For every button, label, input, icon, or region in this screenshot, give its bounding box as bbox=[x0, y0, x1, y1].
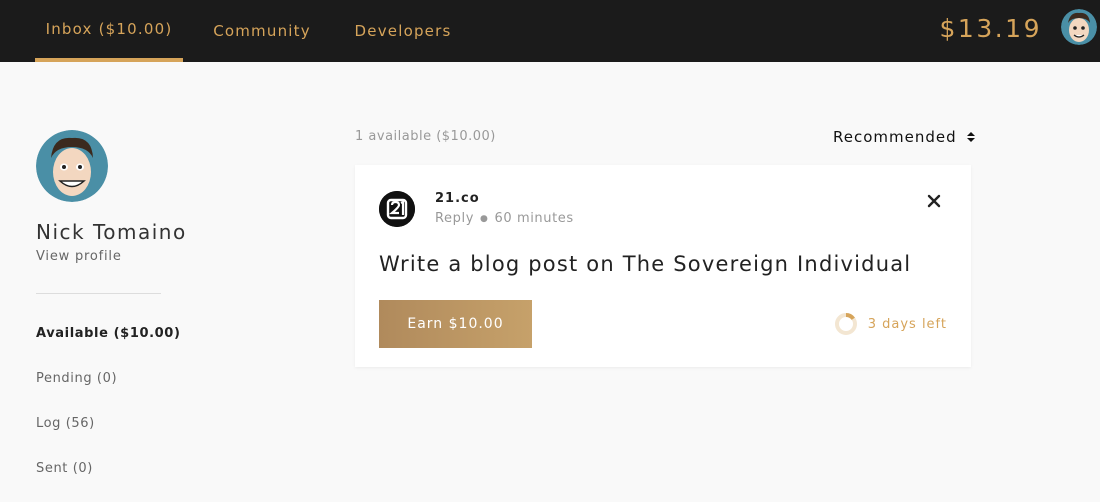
sidebar-item-log[interactable]: Log (56) bbox=[36, 416, 95, 431]
task-meta: Reply ● 60 minutes bbox=[435, 211, 574, 226]
sidebar-item-available[interactable]: Available ($10.00) bbox=[36, 326, 180, 341]
user-avatar-icon[interactable] bbox=[1061, 9, 1097, 45]
tab-developers[interactable]: Developers bbox=[344, 0, 462, 62]
time-left: 3 days left bbox=[834, 312, 947, 336]
time-left-label: 3 days left bbox=[867, 316, 947, 332]
sort-arrows-icon bbox=[966, 132, 975, 142]
sort-dropdown[interactable]: Recommended bbox=[833, 128, 975, 146]
sender-logo-icon bbox=[379, 191, 415, 227]
sender-name: 21.co bbox=[435, 191, 480, 206]
earn-button[interactable]: Earn $10.00 bbox=[379, 300, 532, 348]
sort-label: Recommended bbox=[833, 128, 957, 146]
meta-separator: ● bbox=[480, 213, 489, 224]
profile-name: Nick Tomaino bbox=[36, 220, 187, 244]
task-time: 60 minutes bbox=[494, 211, 574, 226]
sidebar-item-sent[interactable]: Sent (0) bbox=[36, 461, 93, 476]
sidebar-item-pending[interactable]: Pending (0) bbox=[36, 371, 117, 386]
task-title: Write a blog post on The Sovereign Indiv… bbox=[379, 252, 912, 276]
close-icon[interactable] bbox=[923, 190, 945, 212]
top-navbar: Inbox ($10.00) Community Developers $13.… bbox=[0, 0, 1100, 62]
tab-community[interactable]: Community bbox=[204, 0, 320, 62]
profile-avatar[interactable] bbox=[36, 130, 108, 202]
reply-link[interactable]: Reply bbox=[435, 211, 474, 226]
countdown-ring-icon bbox=[834, 313, 857, 335]
task-card: 21.co Reply ● 60 minutes Write a blog po… bbox=[355, 165, 971, 367]
tab-inbox[interactable]: Inbox ($10.00) bbox=[35, 0, 183, 62]
balance-amount: $13.19 bbox=[939, 13, 1042, 43]
view-profile-link[interactable]: View profile bbox=[36, 249, 122, 264]
available-count: 1 available ($10.00) bbox=[355, 129, 496, 144]
sidebar-divider bbox=[36, 293, 161, 294]
